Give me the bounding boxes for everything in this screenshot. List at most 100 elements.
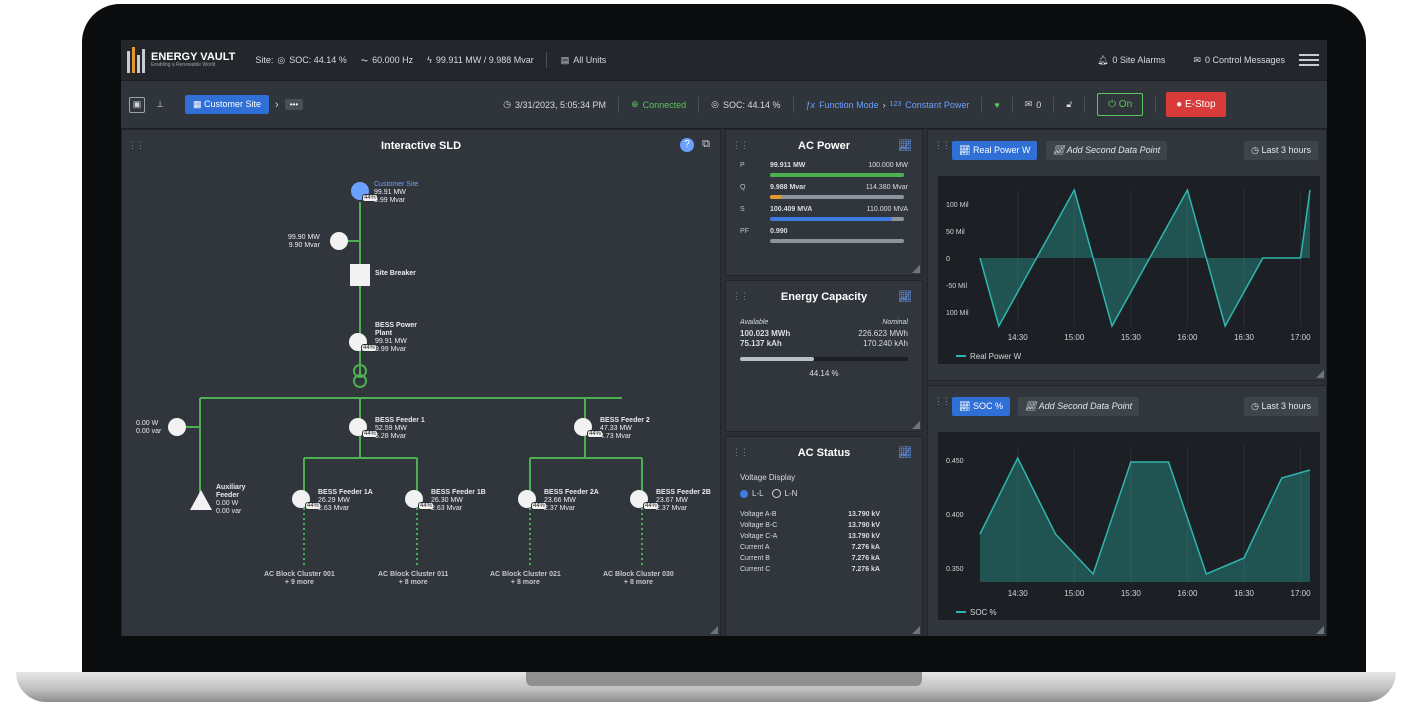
clock-icon: ◷ [503,99,511,109]
logo: ENERGY VAULT Enabling a Renewable World [127,47,235,73]
sld-panel: ⋮⋮ Interactive SLD ? ⧉ 44% Customer Site… [121,129,721,636]
cluster-label[interactable]: AC Block Cluster 030 + 8 more [603,571,674,587]
auxiliary-feeder-icon[interactable] [190,490,212,510]
ac-status-row: Voltage B-C 13.790 kV [740,520,880,531]
row-value: 13.790 kV [848,511,880,518]
drag-handle[interactable]: ⋮⋮ [934,140,951,151]
cluster-label[interactable]: AC Block Cluster 021 + 8 more [490,571,561,587]
function-mode-button[interactable]: ƒx Function Mode › 123 Constant Power [806,100,970,110]
range-label: Last 3 hours [1261,401,1311,411]
divider [792,96,794,113]
row-max: 114.380 Mvar [865,184,908,191]
ac-power-row: Q 9.988 Mvar 114.380 Mvar [726,184,922,204]
laptop-notch [526,672,922,686]
energy-bar [740,357,908,361]
frequency-value: 60.000 Hz [372,55,414,65]
x-tick-label: 16:30 [1234,333,1255,342]
node-name: Customer Site [374,181,419,188]
nominal-label: Nominal [882,319,908,326]
chart-icon[interactable]: 📈︎ [898,290,912,303]
cluster-label[interactable]: AC Block Cluster 001 + 9 more [264,571,335,587]
feeder2b-label: BESS Feeder 2B 23.67 MW 2.37 Mvar [656,489,711,513]
meter-icon[interactable] [168,418,186,436]
row-bar [770,217,904,221]
y-tick-label: 0 [946,256,950,263]
node-name: Plant [375,330,393,338]
energy-bar-fill [740,357,815,361]
row-label: Current C [740,566,771,573]
resize-handle[interactable] [912,626,920,634]
radio-ll[interactable]: L-L [740,489,764,498]
topbar-soc: SOC: 44.14 % [289,55,347,65]
add-data-point-button[interactable]: 📈︎ Add Second Data Point [1046,141,1168,160]
radio-ln[interactable]: L-N [771,489,798,498]
resize-handle[interactable] [1316,370,1324,378]
ac-power-row: S 100.409 MVA 110.000 MVA [726,206,922,226]
meter-icon[interactable] [330,232,348,250]
voltage-display-label: Voltage Display [740,473,796,482]
divider [698,96,700,113]
control-messages-button[interactable]: ✉ 0 Control Messages [1193,55,1285,66]
real-power-chip[interactable]: 📈︎ Real Power W [952,141,1038,160]
all-units-label: All Units [573,55,607,65]
cluster-label[interactable]: AC Block Cluster 011 + 8 more [378,571,448,587]
breaker-icon[interactable] [350,264,370,286]
voltage-radio-group: L-L L-N [740,489,797,498]
row-value: 99.911 MW [770,162,806,169]
radio-ln-label: L-N [784,489,798,498]
time-range-button[interactable]: ◷ Last 3 hours [1244,141,1318,160]
row-label: Current A [740,544,770,551]
resize-handle[interactable] [710,626,718,634]
radio-ll-label: L-L [752,489,764,498]
site-alarms-button[interactable]: 🔔︎ 0 Site Alarms [1097,55,1165,66]
estop-label: E-Stop [1184,99,1216,110]
chart-area: 14:30 15:00 15:30 16:00 16:30 17:00 100 Mil 50 … [938,176,1320,364]
heart-icon: ♥ [994,99,1000,110]
add-data-point-button[interactable]: 📈︎ Add Second Data Point [1018,397,1140,416]
available-kah: 75.137 kAh [740,339,782,348]
resize-handle[interactable] [1316,626,1324,634]
logo-tagline: Enabling a Renewable World [151,62,216,68]
row-label: Voltage C-A [740,533,778,540]
row-value: 0.990 [770,228,788,235]
energy-capacity-panel: ⋮⋮ Energy Capacity 📈︎ Available Nominal … [725,280,923,432]
power-value: 99.911 MW / 9.988 Mvar [435,55,534,65]
meter-mw: 99.90 MW [288,234,320,241]
available-label: Available [740,319,769,326]
cluster-name: AC Block Cluster 011 [378,571,449,578]
power-readout: ϟ 99.911 MW / 9.988 Mvar [427,55,534,65]
soc-chip[interactable]: 📈︎ SOC % [952,397,1010,416]
bell-icon: 🔔︎ [1096,54,1109,65]
row-value: 7.276 kA [851,544,880,551]
resize-handle[interactable] [912,265,920,273]
messages-button[interactable]: ✉ 0 [1025,99,1042,110]
pulse-icon: ⏦ [360,54,369,65]
row-label: Current B [740,555,770,562]
drag-handle[interactable]: ⋮⋮ [934,396,951,407]
unlock-icon[interactable]: 🔓︎ [1066,99,1072,110]
resize-handle[interactable] [912,421,920,429]
messages-count: 0 [1036,99,1042,110]
hierarchy-icon[interactable]: ⊥ [153,98,167,112]
menu-icon[interactable] [1299,54,1319,66]
time-range-button[interactable]: ◷ Last 3 hours [1244,397,1318,416]
all-units-button[interactable]: ▤ All Units [561,55,607,66]
soc-chart: 14:30 15:00 15:30 16:00 16:30 17:00 0.450 0.400… [946,446,1311,617]
chart-icon[interactable]: 📈︎ [898,139,912,152]
add-label: Add Second Data Point [1038,401,1133,411]
node-mw: 52.59 MW [375,425,407,433]
on-button[interactable]: ⏻ On [1097,93,1144,116]
ac-status-panel: ⋮⋮ AC Status 📈︎ Voltage Display L-L L-N … [725,436,923,636]
breadcrumb-customer-site[interactable]: ▦ Customer Site [185,95,270,114]
meter-w: 0.00 W [136,420,159,427]
chart-icon[interactable]: 📈︎ [898,446,912,459]
ac-power-title: AC Power [798,140,850,152]
node-name: BESS Feeder 1 [375,417,425,424]
layout-icon[interactable]: ▣ [129,96,145,113]
breadcrumb-more-button[interactable]: ••• [284,99,304,110]
estop-button[interactable]: ● E-Stop [1166,92,1226,117]
datetime-value: 3/31/2023, 5:05:34 PM [514,99,607,110]
legend-label: Real Power W [970,352,1022,361]
y-tick-label: 100 Mil [946,202,969,209]
feeder1a-label: BESS Feeder 1A 26.29 MW 2.63 Mvar [318,489,373,513]
